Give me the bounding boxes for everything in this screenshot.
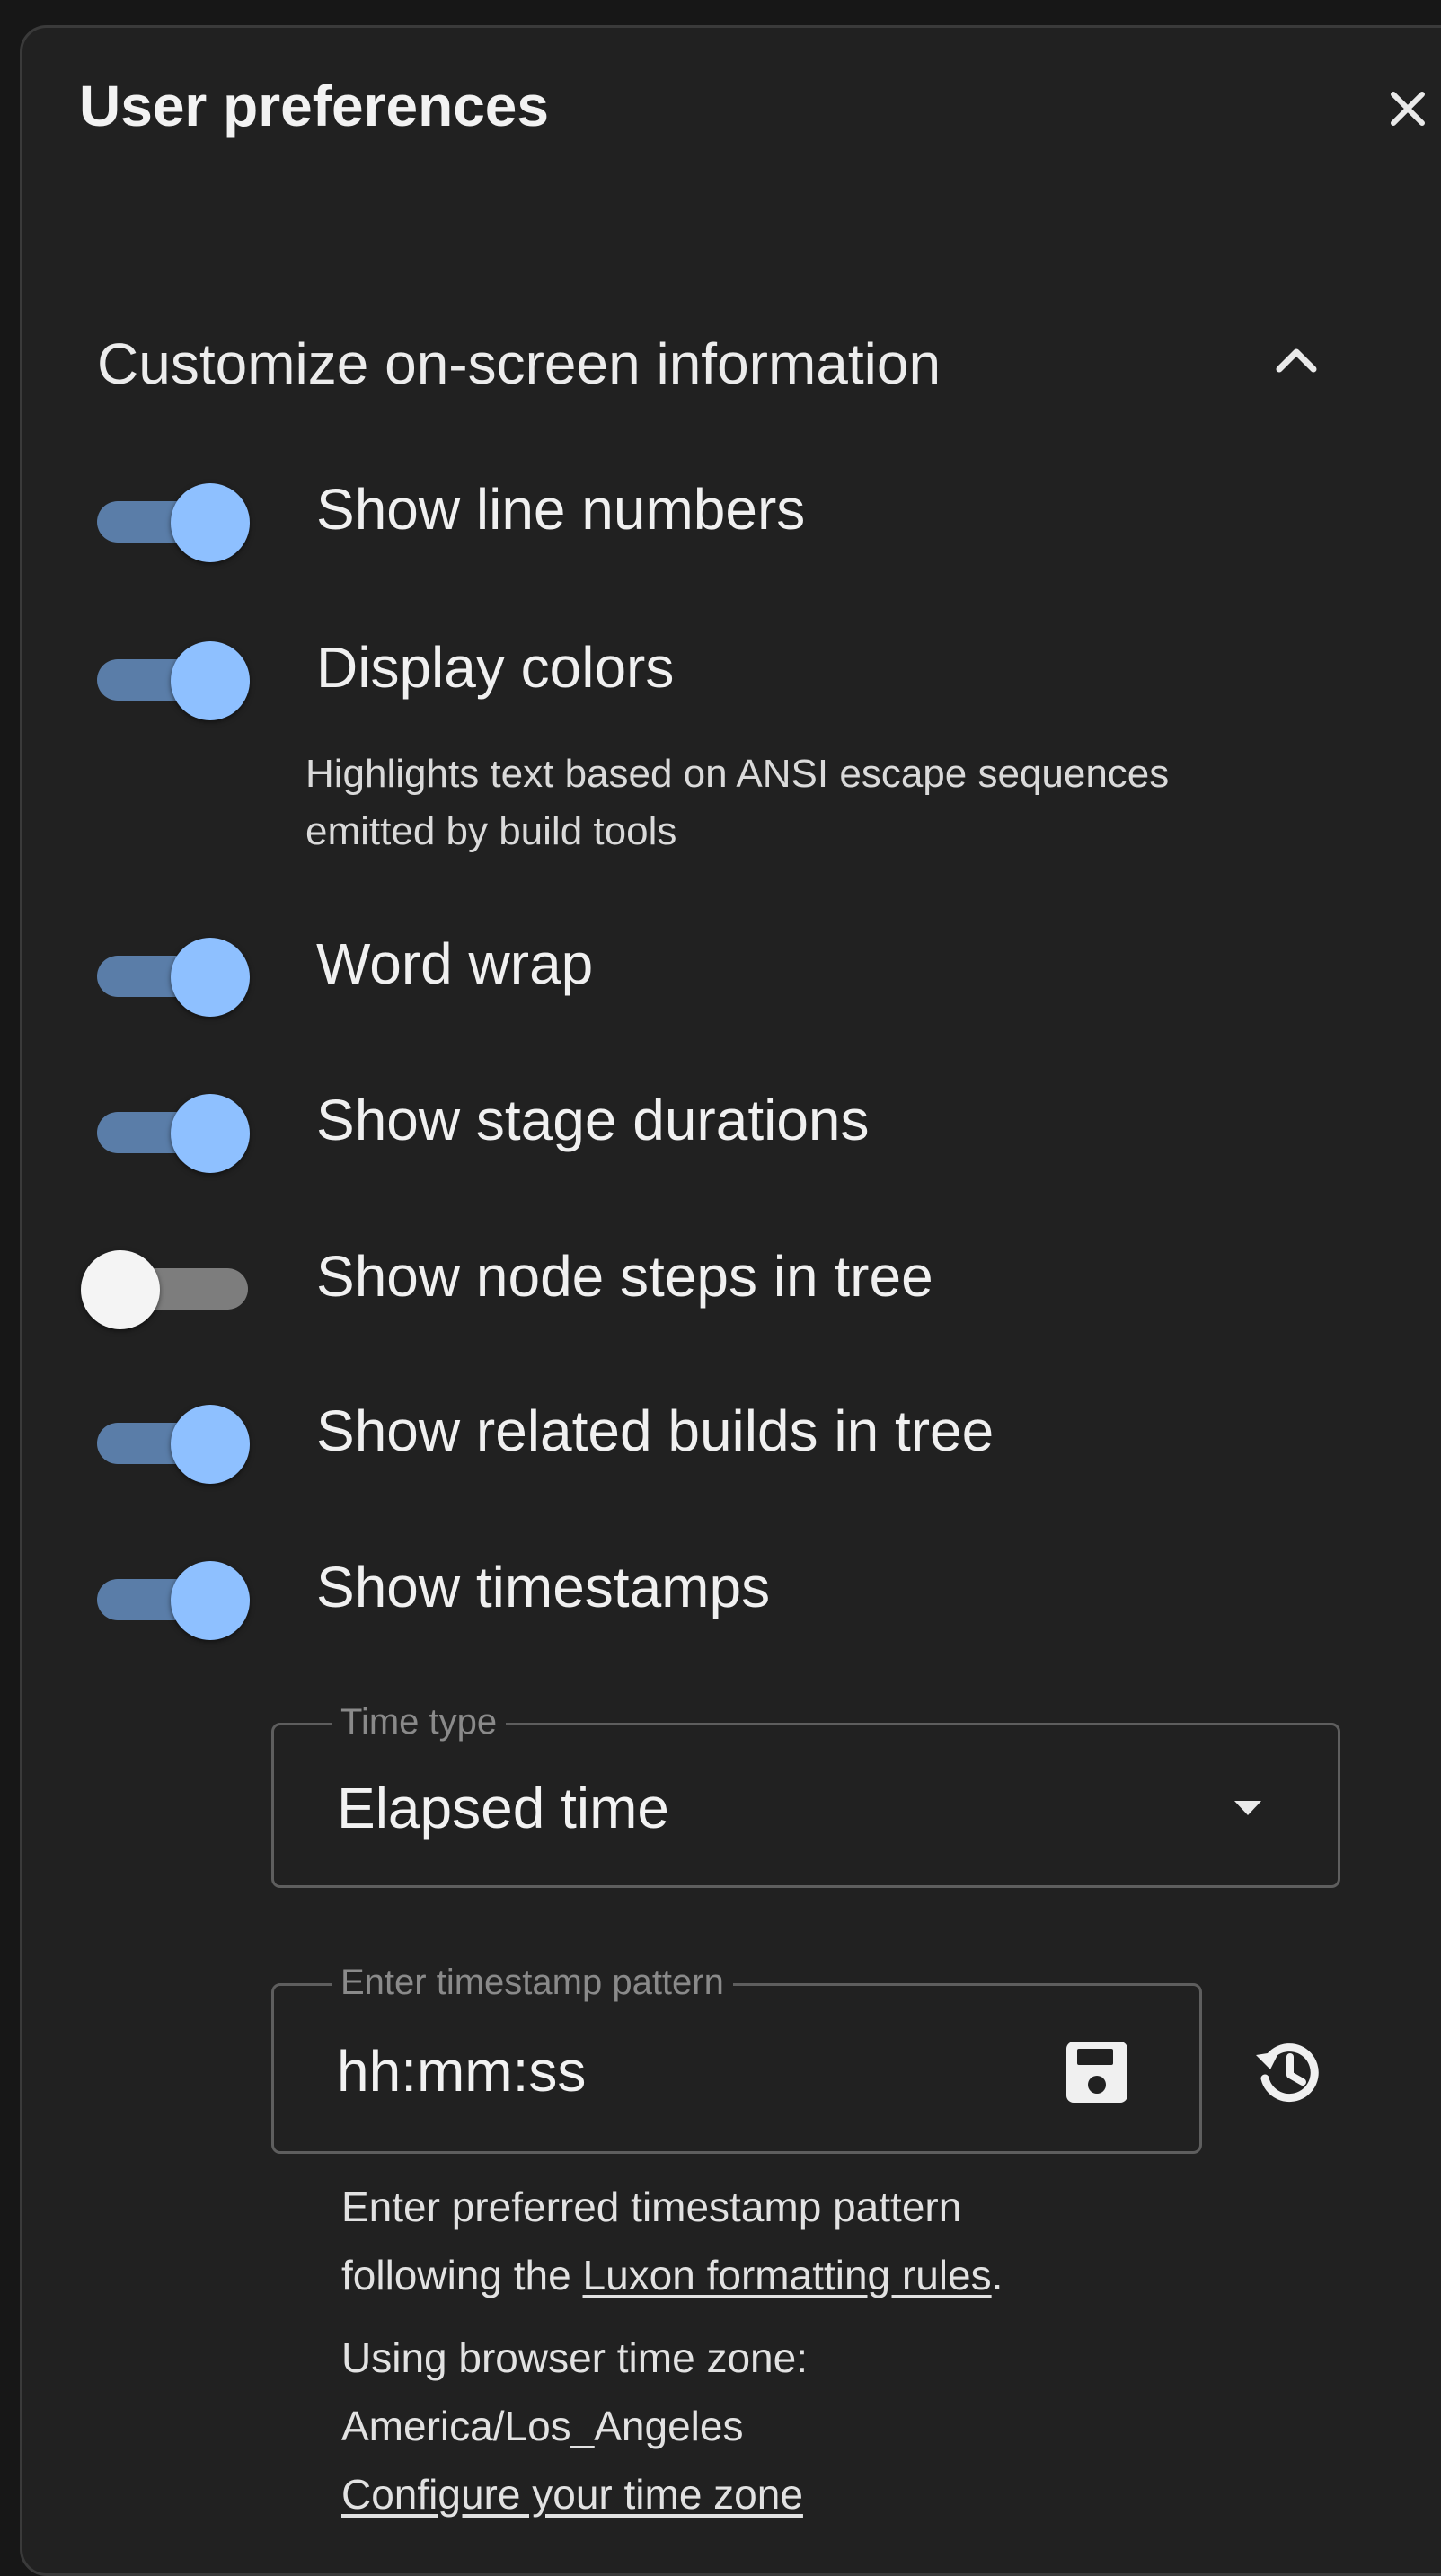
luxon-formatting-link[interactable]: Luxon formatting rules [583, 2252, 992, 2298]
toggle-label: Show line numbers [316, 477, 806, 542]
section-header-customize[interactable]: Customize on-screen information [97, 323, 1355, 404]
collapse-button[interactable] [1256, 323, 1337, 395]
toggle-row-related-builds: Show related builds in tree [81, 1381, 1384, 1484]
timestamp-pattern-input[interactable]: hh:mm:ss [337, 1986, 586, 2157]
pattern-help-prefix: following the [341, 2252, 583, 2298]
switch-thumb [81, 1250, 160, 1329]
display-colors-helper: Highlights text based on ANSI escape seq… [305, 752, 1170, 853]
related-builds-switch[interactable] [81, 1396, 261, 1484]
toggle-label: Show timestamps [316, 1555, 771, 1619]
toggle-row-node-steps: Show node steps in tree [81, 1227, 1384, 1329]
dropdown-arrow-icon [1221, 1781, 1275, 1835]
switch-thumb [171, 1405, 250, 1484]
save-icon [1066, 2042, 1127, 2103]
time-type-value: Elapsed time [337, 1776, 669, 1840]
timezone-value: America/Los_Angeles [341, 2403, 744, 2449]
toggle-label: Show related builds in tree [316, 1398, 995, 1463]
display-colors-switch[interactable] [81, 632, 261, 720]
chevron-up-icon [1276, 348, 1317, 373]
toggle-row-line-numbers: Show line numbers [81, 460, 1384, 562]
pattern-help-line1: Enter preferred timestamp pattern [341, 2183, 962, 2230]
dialog-title: User preferences [79, 74, 549, 138]
toggle-label: Show node steps in tree [316, 1244, 933, 1309]
save-pattern-button[interactable] [1054, 2029, 1140, 2115]
toggle-row-timestamps: Show timestamps [81, 1538, 1384, 1640]
toggle-label: Display colors [316, 635, 675, 700]
timezone-help-line1: Using browser time zone: [341, 2334, 808, 2381]
switch-thumb [171, 641, 250, 720]
line-numbers-switch[interactable] [81, 474, 261, 562]
timestamp-pattern-field[interactable]: Enter timestamp pattern hh:mm:ss [271, 1961, 1202, 2157]
restore-history-icon [1256, 2043, 1319, 2103]
close-button[interactable] [1375, 75, 1441, 142]
pattern-help-suffix: . [991, 2252, 1003, 2298]
toggle-row-display-colors: Display colors [81, 618, 1384, 720]
pattern-help-line2: following the Luxon formatting rules. [341, 2245, 1375, 2305]
toggle-label: Show stage durations [316, 1088, 870, 1152]
switch-thumb [171, 1561, 250, 1640]
node-steps-switch[interactable] [81, 1241, 261, 1329]
toggle-row-stage-durations: Show stage durations [81, 1071, 1384, 1173]
time-type-select[interactable]: Time type Elapsed time [271, 1700, 1340, 1888]
toggle-row-word-wrap: Word wrap [81, 914, 1384, 1017]
switch-thumb [171, 1094, 250, 1173]
section-title: Customize on-screen information [97, 331, 942, 396]
timestamps-switch[interactable] [81, 1552, 261, 1640]
word-wrap-switch[interactable] [81, 929, 261, 1017]
toggle-label: Word wrap [316, 931, 594, 996]
switch-thumb [171, 938, 250, 1017]
restore-pattern-button[interactable] [1243, 2026, 1333, 2116]
configure-timezone-link[interactable]: Configure your time zone [341, 2465, 1375, 2524]
close-icon [1391, 92, 1425, 126]
stage-durations-switch[interactable] [81, 1085, 261, 1173]
switch-thumb [171, 483, 250, 562]
